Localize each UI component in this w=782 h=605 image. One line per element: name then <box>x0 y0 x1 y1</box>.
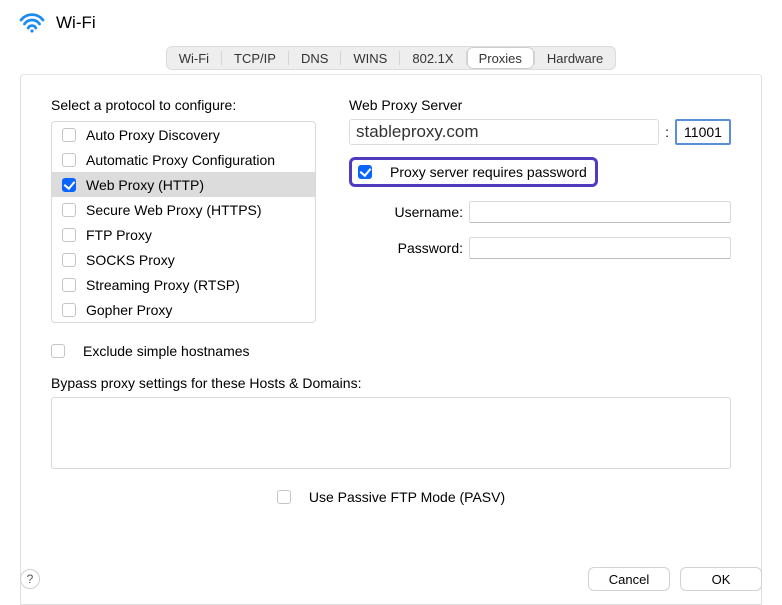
host-port-separator: : <box>665 124 669 140</box>
list-item[interactable]: FTP Proxy <box>52 222 315 247</box>
checkbox[interactable] <box>62 278 76 292</box>
list-item[interactable]: Automatic Proxy Configuration <box>52 147 315 172</box>
passive-ftp-row[interactable]: Use Passive FTP Mode (PASV) <box>277 489 505 505</box>
username-input[interactable] <box>469 201 731 223</box>
tab-wins[interactable]: WINS <box>341 47 399 69</box>
proxy-host-input[interactable]: stableproxy.com <box>349 119 659 145</box>
checkbox[interactable] <box>62 303 76 317</box>
window-title: Wi-Fi <box>56 13 96 33</box>
window-header: Wi-Fi <box>0 0 782 46</box>
protocol-select-label: Select a protocol to configure: <box>51 97 331 113</box>
passive-ftp-label: Use Passive FTP Mode (PASV) <box>309 489 505 505</box>
ok-button[interactable]: OK <box>680 567 762 591</box>
tabbar: Wi-Fi TCP/IP DNS WINS 802.1X Proxies Har… <box>0 46 782 72</box>
checkbox[interactable] <box>62 128 76 142</box>
cancel-button[interactable]: Cancel <box>588 567 670 591</box>
tab-dns[interactable]: DNS <box>289 47 340 69</box>
checkbox[interactable] <box>62 153 76 167</box>
username-label: Username: <box>349 204 469 220</box>
password-label: Password: <box>349 240 469 256</box>
checkbox[interactable] <box>62 253 76 267</box>
list-item[interactable]: SOCKS Proxy <box>52 247 315 272</box>
list-item[interactable]: Secure Web Proxy (HTTPS) <box>52 197 315 222</box>
bypass-label: Bypass proxy settings for these Hosts & … <box>51 375 731 391</box>
wifi-icon <box>18 12 46 34</box>
list-item[interactable]: Auto Proxy Discovery <box>52 122 315 147</box>
checkbox[interactable] <box>51 344 65 358</box>
list-item[interactable]: Gopher Proxy <box>52 297 315 322</box>
tab-wifi[interactable]: Wi-Fi <box>167 47 221 69</box>
requires-password-row[interactable]: Proxy server requires password <box>349 157 598 187</box>
list-item[interactable]: Web Proxy (HTTP) <box>52 172 315 197</box>
footer: ? Cancel OK <box>0 567 782 591</box>
tab-8021x[interactable]: 802.1X <box>400 47 465 69</box>
exclude-simple-hostnames-label: Exclude simple hostnames <box>83 343 250 359</box>
password-input[interactable] <box>469 237 731 259</box>
checkbox[interactable] <box>62 178 76 192</box>
list-item[interactable]: Streaming Proxy (RTSP) <box>52 272 315 297</box>
checkbox[interactable] <box>358 165 372 179</box>
bypass-textarea[interactable] <box>51 397 731 469</box>
help-button[interactable]: ? <box>20 569 40 589</box>
protocol-list: Auto Proxy Discovery Automatic Proxy Con… <box>51 121 316 323</box>
content-panel: Select a protocol to configure: Auto Pro… <box>20 74 762 605</box>
requires-password-label: Proxy server requires password <box>390 164 587 180</box>
exclude-simple-hostnames-row[interactable]: Exclude simple hostnames <box>51 343 731 359</box>
tab-tcpip[interactable]: TCP/IP <box>222 47 288 69</box>
checkbox[interactable] <box>277 490 291 504</box>
proxy-port-input[interactable]: 11001 <box>675 119 731 145</box>
network-proxy-window: Wi-Fi Wi-Fi TCP/IP DNS WINS 802.1X Proxi… <box>0 0 782 605</box>
checkbox[interactable] <box>62 228 76 242</box>
tab-hardware[interactable]: Hardware <box>535 47 615 69</box>
proxy-server-label: Web Proxy Server <box>349 97 731 113</box>
tab-proxies[interactable]: Proxies <box>467 47 534 69</box>
checkbox[interactable] <box>62 203 76 217</box>
